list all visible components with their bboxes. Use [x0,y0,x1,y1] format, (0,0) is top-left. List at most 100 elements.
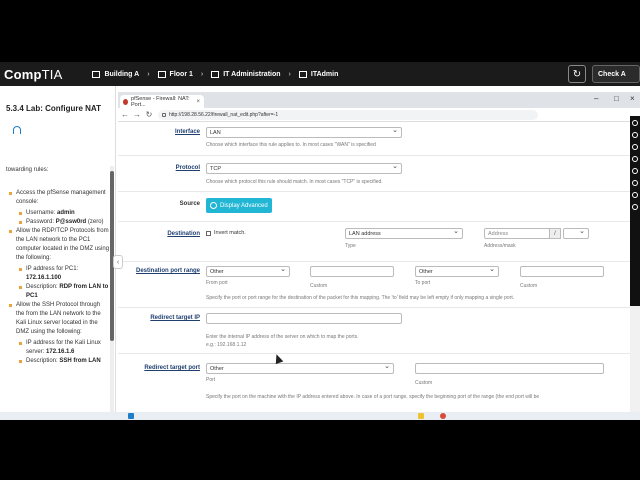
to-port-select[interactable]: Other [415,265,499,277]
protocol-help: Choose which protocol this rule should m… [206,179,383,185]
lab-substep: Password: P@ssw0rd (zero) [0,218,110,227]
redirect-ip-row: Redirect target IP Enter the internal IP… [118,308,630,354]
file-explorer-icon[interactable] [418,413,424,419]
lab-step: Allow the RDP/TCP Protocols from the LAN… [0,227,110,263]
forward-icon[interactable]: → [132,110,142,119]
lab-substep: Description: RDP from LAN to PC1 [0,283,110,301]
breadcrumb-computer[interactable]: ITAdmin [298,70,338,78]
protocol-row: Protocol TCP Choose which protocol this … [118,156,630,192]
protocol-select[interactable]: TCP [206,162,402,174]
reload-icon[interactable]: ↻ [144,110,154,119]
redirect-port-custom-label: Custom [415,380,433,386]
tool-icon[interactable] [632,120,638,126]
from-port-select[interactable]: Other [206,265,290,277]
maximize-icon[interactable]: □ [614,94,619,103]
redirect-ip-example: e.g.: 192.168.1.12 [206,342,247,348]
lab-substep: IP address for the Kali Linux server: 17… [0,339,110,357]
redirect-ip-label[interactable]: Redirect target IP [118,314,200,322]
browser-icon[interactable] [440,413,446,419]
redirect-ip-help: Enter the internal IP address of the ser… [206,334,359,340]
to-custom-label: Custom [520,283,538,289]
from-port-label: From port [206,280,228,286]
headphones-icon[interactable] [13,126,21,134]
lab-substep: Description: SSH from LAN [0,357,110,366]
settings-gear-icon[interactable] [632,204,638,210]
computer-icon [298,70,307,78]
destination-port-help: Specify the port or port range for the d… [206,295,515,301]
tool-icon[interactable] [632,180,638,186]
redirect-port-help: Specify the port on the machine with the… [206,394,540,400]
interface-help: Choose which interface this rule applies… [206,142,376,148]
lab-intro: towarding rules: [6,167,49,173]
from-custom-label: Custom [310,283,328,289]
tool-icon[interactable] [632,132,638,138]
refresh-button[interactable]: ↻ [568,65,586,83]
close-tab-icon[interactable]: × [196,99,200,105]
redirect-port-label[interactable]: Redirect target port [118,364,200,372]
lab-step: Allow the SSH Protocol through the from … [0,301,110,337]
destination-type-select[interactable]: LAN address [345,227,463,239]
floor-icon [157,70,166,78]
invert-match-label: Invert match. [214,230,246,236]
address-mask-label: Address/mask [484,243,516,249]
mask-select[interactable] [563,227,589,239]
lab-instructions: towarding rules: Access the pfSense mana… [0,166,110,366]
tool-icon[interactable] [632,168,638,174]
lock-icon [162,112,166,117]
refresh-icon: ↻ [572,68,582,80]
destination-type-label: Type [345,243,356,249]
destination-address-input[interactable]: Address [484,228,550,239]
room-icon [211,70,220,78]
interface-select[interactable]: LAN [206,126,402,138]
tool-icon[interactable] [632,192,638,198]
destination-port-label[interactable]: Destination port range [118,267,200,275]
breadcrumb-room[interactable]: IT Administration › [211,70,291,78]
back-icon[interactable]: ← [120,110,130,119]
lab-substep: IP address for PC1: 172.16.1.100 [0,265,110,283]
redirect-port-row: Redirect target port Other Port Custom S… [118,354,630,420]
lab-substep: Username: admin [0,209,110,218]
microphone-icon[interactable] [632,144,638,150]
lab-panel: 5.3.4 Lab: Configure NAT towarding rules… [0,86,116,420]
protocol-label[interactable]: Protocol [118,164,200,172]
collapse-panel-button[interactable]: ‹ [113,255,123,269]
redirect-ip-input[interactable] [206,313,402,324]
invert-match-checkbox[interactable] [206,231,211,236]
source-label: Source [179,201,200,207]
interface-row: Interface LAN Choose which interface thi… [118,122,630,156]
to-port-label: To port [415,280,431,286]
url-input[interactable]: http://198.28.56.22/firewall_nat_edit.ph… [158,109,538,120]
check-button[interactable]: Check A [592,65,640,83]
source-row: Source Display Advanced [118,192,630,222]
pfsense-nat-form: Interface LAN Choose which interface thi… [118,122,630,420]
minimize-icon[interactable]: – [594,94,598,103]
breadcrumb: Building A › Floor 1 › IT Administration › … [92,70,346,78]
lab-step: Access the pfSense management console: [0,189,110,207]
redirect-port-custom-input[interactable] [415,363,604,374]
from-port-custom-input[interactable] [310,266,394,277]
close-window-icon[interactable]: × [630,94,635,103]
destination-port-row: Destination port range Other From port C… [118,262,630,308]
windows-start-icon[interactable] [128,413,134,419]
browser-tab[interactable]: pfSense - Firewall: NAT: Port... × [120,95,204,108]
redirect-port-select[interactable]: Other [206,362,394,374]
to-port-custom-input[interactable] [520,266,604,277]
chevron-left-icon: ‹ [116,258,120,266]
breadcrumb-building[interactable]: Building A › [92,70,150,78]
screen: CompTIA Building A › Floor 1 › IT Administ… [0,62,640,420]
app-bar: CompTIA Building A › Floor 1 › IT Administ… [0,62,640,86]
tool-icon[interactable] [632,156,638,162]
display-advanced-button[interactable]: Display Advanced [206,198,272,213]
taskbar [0,412,640,420]
breadcrumb-floor[interactable]: Floor 1 › [157,70,203,78]
destination-label[interactable]: Destination [118,230,200,238]
lab-scrollbar[interactable] [110,166,114,420]
mask-separator: / [549,228,561,239]
gear-icon [210,202,217,209]
pfsense-favicon-icon [123,98,129,105]
side-toolbar [630,116,640,306]
comptia-logo: CompTIA [4,66,63,82]
address-bar: ← → ↻ http://198.28.56.22/firewall_nat_e… [118,108,640,122]
tab-title: pfSense - Firewall: NAT: Port... [131,95,190,108]
interface-label[interactable]: Interface [118,128,200,136]
